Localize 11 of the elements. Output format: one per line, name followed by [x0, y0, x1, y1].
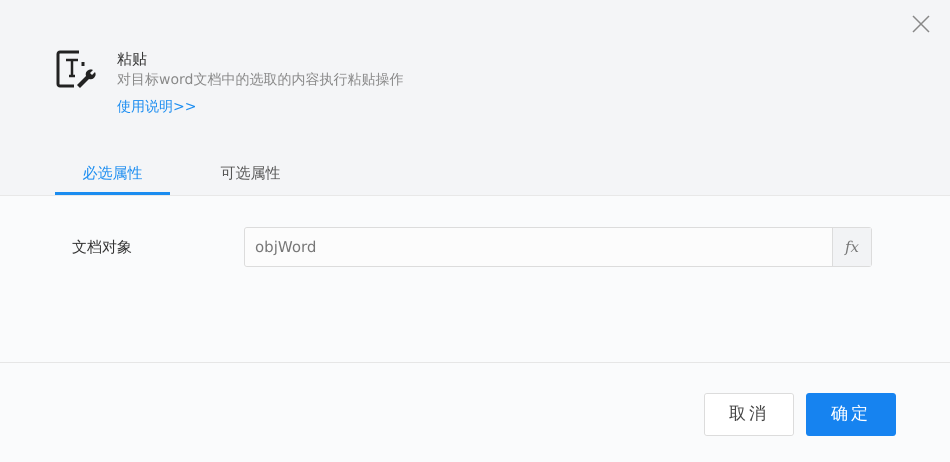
tab[interactable]: 必选属性: [55, 155, 170, 195]
dialog-description: 对目标word文档中的选取的内容执行粘贴操作: [117, 71, 404, 90]
close-icon: [912, 15, 930, 33]
dialog-title: 粘贴: [117, 49, 148, 70]
field-label: 文档对象: [71, 236, 133, 258]
confirm-button[interactable]: 确定: [806, 393, 896, 436]
tab[interactable]: 可选属性: [193, 155, 308, 195]
text-wrench-icon: [55, 49, 97, 89]
help-link[interactable]: 使用说明>>: [117, 97, 404, 117]
cancel-button[interactable]: 取消: [704, 393, 794, 436]
close-button[interactable]: [910, 13, 932, 35]
